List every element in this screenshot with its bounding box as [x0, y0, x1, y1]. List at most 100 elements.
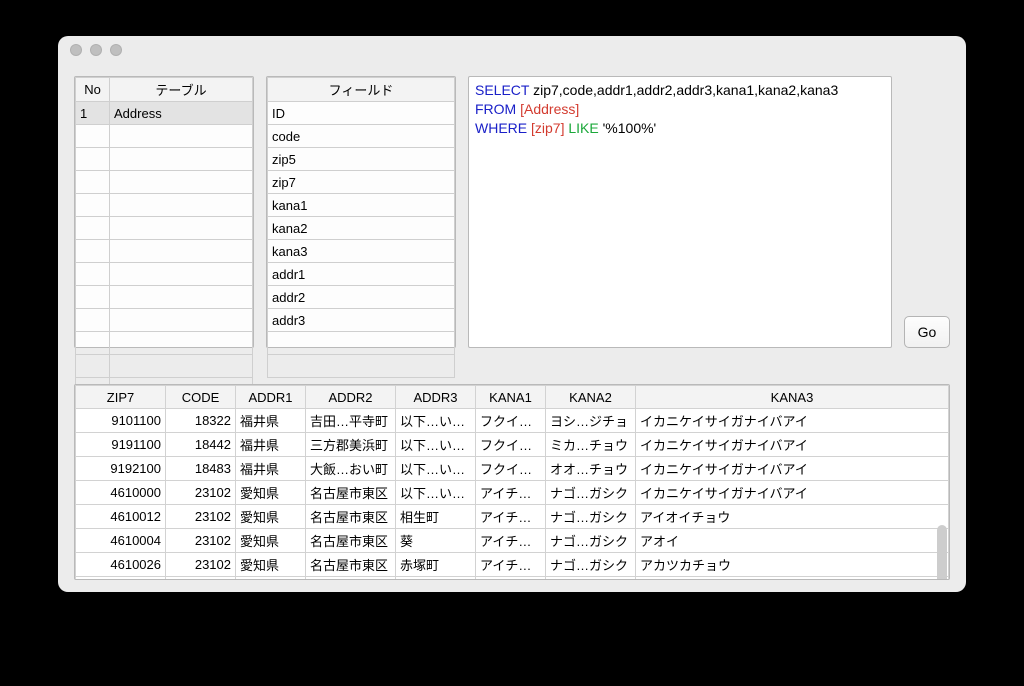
table-row[interactable] [76, 148, 253, 171]
field-row[interactable] [268, 332, 455, 355]
results-header-cell[interactable]: KANA3 [636, 386, 949, 409]
field-name: addr3 [268, 309, 455, 332]
results-cell: 三方郡美浜町 [306, 433, 396, 457]
field-row[interactable]: addr3 [268, 309, 455, 332]
results-row[interactable]: 461001223102愛知県名古屋市東区相生町アイチケンナゴ…ガシクアイオイチ… [76, 505, 949, 529]
tables-header-row: No テーブル [76, 78, 253, 102]
fields-panel: フィールド IDcodezip5zip7kana1kana2kana3addr1… [266, 76, 456, 348]
table-row[interactable] [76, 171, 253, 194]
zoom-icon[interactable] [110, 44, 122, 56]
results-cell: 名古屋市東区 [306, 553, 396, 577]
table-row[interactable]: 1Address [76, 102, 253, 125]
results-cell: アカツカチョウ [636, 553, 949, 577]
fields-grid[interactable]: フィールド IDcodezip5zip7kana1kana2kana3addr1… [267, 77, 455, 378]
kw-where: WHERE [475, 120, 527, 136]
field-row[interactable]: kana2 [268, 217, 455, 240]
field-row[interactable]: ID [268, 102, 455, 125]
field-row[interactable]: addr1 [268, 263, 455, 286]
fields-header-row: フィールド [268, 78, 455, 102]
results-cell: イカニケイサイガナイバアイ [636, 481, 949, 505]
results-header-cell[interactable]: KANA1 [476, 386, 546, 409]
results-header-cell[interactable]: ADDR2 [306, 386, 396, 409]
results-cell: オオ…チョウ [546, 457, 636, 481]
table-row-no: 1 [76, 102, 110, 125]
results-row[interactable]: 461000023102愛知県名古屋市東区以下…い場合アイチケンナゴ…ガシクイカ… [76, 481, 949, 505]
table-row[interactable] [76, 194, 253, 217]
results-cell: 9192100 [76, 457, 166, 481]
results-cell: イカニケイサイガナイバアイ [636, 433, 949, 457]
table-row[interactable] [76, 355, 253, 378]
results-cell: 葵 [396, 529, 476, 553]
table-row[interactable] [76, 263, 253, 286]
results-grid[interactable]: ZIP7CODEADDR1ADDR2ADDR3KANA1KANA2KANA3 9… [75, 385, 949, 579]
sql-text[interactable]: SELECT zip7,code,addr1,addr2,addr3,kana1… [469, 77, 891, 142]
table-row[interactable] [76, 309, 253, 332]
table-row[interactable] [76, 332, 253, 355]
minimize-icon[interactable] [90, 44, 102, 56]
tables-header-name[interactable]: テーブル [110, 78, 253, 102]
results-cell: 4610004 [76, 529, 166, 553]
field-row[interactable] [268, 355, 455, 378]
results-cell: 9101100 [76, 409, 166, 433]
go-button[interactable]: Go [904, 316, 950, 348]
results-cell: 福井県 [236, 433, 306, 457]
sql-where-col: [zip7] [527, 120, 564, 136]
results-cell: 愛知県 [236, 553, 306, 577]
results-cell: 以下…い場合 [396, 457, 476, 481]
results-cell: 23102 [166, 529, 236, 553]
results-scrollbar-thumb[interactable] [937, 525, 947, 580]
results-row[interactable]: 919210018483福井県大飯…おい町以下…い場合フクイケンオオ…チョウイカ… [76, 457, 949, 481]
titlebar[interactable] [58, 36, 966, 64]
results-header-row: ZIP7CODEADDR1ADDR2ADDR3KANA1KANA2KANA3 [76, 386, 949, 409]
results-cell: ミカ…チョウ [546, 433, 636, 457]
table-row-name: Address [110, 102, 253, 125]
results-header-cell[interactable]: ADDR3 [396, 386, 476, 409]
field-row[interactable]: addr2 [268, 286, 455, 309]
results-cell: ナゴ…ガシク [546, 529, 636, 553]
results-cell: アイオイチョウ [636, 505, 949, 529]
close-icon[interactable] [70, 44, 82, 56]
results-cell: 相生町 [396, 505, 476, 529]
results-cell: 23102 [166, 553, 236, 577]
results-header-cell[interactable]: ADDR1 [236, 386, 306, 409]
results-row[interactable]: 461001323102愛知県名古屋市東区飯田町アイチケンナゴ…ガシクイイダマチ [76, 577, 949, 580]
results-cell: アイチケン [476, 553, 546, 577]
field-row[interactable]: kana1 [268, 194, 455, 217]
field-row[interactable]: code [268, 125, 455, 148]
tables-header-no[interactable]: No [76, 78, 110, 102]
table-row[interactable] [76, 217, 253, 240]
results-cell: 4610026 [76, 553, 166, 577]
results-cell: アオイ [636, 529, 949, 553]
results-cell: 以下…い場合 [396, 433, 476, 457]
field-row[interactable]: zip7 [268, 171, 455, 194]
results-cell: 愛知県 [236, 481, 306, 505]
field-name: zip5 [268, 148, 455, 171]
results-cell: イイダマチ [636, 577, 949, 580]
results-header-cell[interactable]: CODE [166, 386, 236, 409]
sql-editor[interactable]: SELECT zip7,code,addr1,addr2,addr3,kana1… [468, 76, 892, 348]
fields-header[interactable]: フィールド [268, 78, 455, 102]
table-row[interactable] [76, 125, 253, 148]
tables-panel: No テーブル 1Address [74, 76, 254, 348]
results-row[interactable]: 919110018442福井県三方郡美浜町以下…い場合フクイケンミカ…チョウイカ… [76, 433, 949, 457]
field-row[interactable]: zip5 [268, 148, 455, 171]
results-cell: 吉田…平寺町 [306, 409, 396, 433]
table-row[interactable] [76, 286, 253, 309]
table-row[interactable] [76, 240, 253, 263]
results-header-cell[interactable]: KANA2 [546, 386, 636, 409]
results-cell: 名古屋市東区 [306, 577, 396, 580]
results-cell: 愛知県 [236, 505, 306, 529]
results-cell: 大飯…おい町 [306, 457, 396, 481]
results-row[interactable]: 910110018322福井県吉田…平寺町以下…い場合フクイケンヨシ…ジチョイカ… [76, 409, 949, 433]
tables-grid[interactable]: No テーブル 1Address [75, 77, 253, 401]
results-header-cell[interactable]: ZIP7 [76, 386, 166, 409]
results-cell: ヨシ…ジチョ [546, 409, 636, 433]
results-cell: フクイケン [476, 433, 546, 457]
results-row[interactable]: 461002623102愛知県名古屋市東区赤塚町アイチケンナゴ…ガシクアカツカチ… [76, 553, 949, 577]
app-window: No テーブル 1Address フィールド IDcod [58, 36, 966, 592]
results-cell: 4610012 [76, 505, 166, 529]
field-row[interactable]: kana3 [268, 240, 455, 263]
results-row[interactable]: 461000423102愛知県名古屋市東区葵アイチケンナゴ…ガシクアオイ [76, 529, 949, 553]
results-cell: 4610000 [76, 481, 166, 505]
results-cell: 以下…い場合 [396, 409, 476, 433]
